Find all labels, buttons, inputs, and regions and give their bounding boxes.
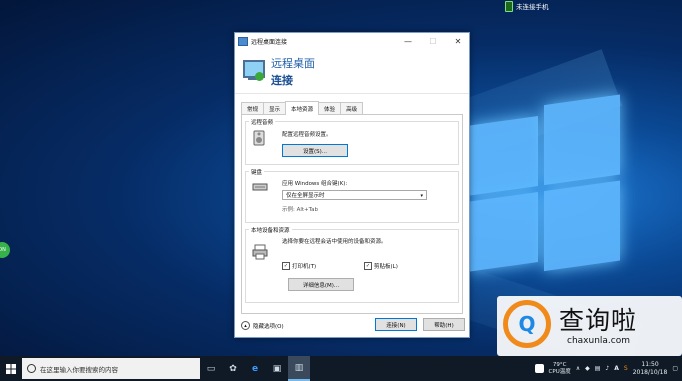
keyboard-label: 键盘	[249, 168, 265, 176]
dialog-title: 远程桌面连接	[251, 38, 288, 46]
clock-time: 11:50	[641, 360, 659, 368]
tray-app-icon[interactable]	[534, 364, 544, 373]
printer-label: 打印机(T)	[292, 264, 317, 270]
dialog-header: 远程桌面 连接	[235, 49, 469, 94]
tab-experience[interactable]: 体验	[318, 102, 342, 114]
cpu-temp-label: CPU温度	[548, 368, 571, 375]
volume-icon[interactable]: ♪	[605, 365, 609, 372]
local-devices-desc: 选择你要在远程会话中使用的设备和资源。	[282, 239, 387, 245]
chevron-up-icon[interactable]: ∧	[576, 365, 580, 372]
remote-desktop-taskbar-icon[interactable]: ▥	[288, 356, 310, 381]
audio-settings-button[interactable]: 设置(S)...	[282, 144, 348, 157]
windows-start-icon	[6, 363, 16, 374]
hide-options-label: 隐藏选项(O)	[253, 323, 284, 330]
clipboard-label: 剪贴板(L)	[374, 264, 398, 270]
tab-local-resources[interactable]: 本地资源	[285, 101, 320, 115]
task-view-icon[interactable]: ▭	[200, 356, 222, 381]
watermark-url: chaxunla.com	[567, 336, 630, 346]
cpu-temp-widget[interactable]: 79°C CPU温度	[549, 362, 571, 376]
clock[interactable]: 11:50 2018/10/18	[633, 361, 668, 377]
watermark: Q 查询啦 chaxunla.com	[497, 296, 682, 356]
cortana-icon	[27, 364, 36, 373]
phone-notification[interactable]: 未连接手机	[505, 0, 577, 12]
header-subtitle: 连接	[271, 73, 293, 87]
taskbar-search[interactable]: 在这里输入你要搜索的内容	[22, 358, 200, 379]
local-devices-group: 本地设备和资源 选择你要在远程会话中使用的设备和资源。 ✓ 打印机(T) ✓ 剪…	[245, 226, 459, 303]
tab-general[interactable]: 常规	[241, 102, 265, 114]
search-placeholder: 在这里输入你要搜索的内容	[40, 365, 118, 374]
keyboard-icon	[252, 182, 268, 196]
hide-options-toggle[interactable]: ▴ 隐藏选项(O)	[241, 321, 284, 330]
help-button[interactable]: 帮助(H)	[423, 318, 465, 331]
chevron-up-icon: ▴	[241, 321, 250, 330]
notification-text: 未连接手机	[516, 3, 549, 11]
windows-logo	[470, 84, 620, 275]
clock-date: 2018/10/18	[632, 368, 668, 376]
phone-icon	[505, 0, 513, 12]
system-tray: 79°C CPU温度 ∧ ◆ ▤ ♪ A S 11:50 2018/10/18 …	[534, 356, 682, 381]
tab-display[interactable]: 显示	[263, 102, 287, 114]
network-icon[interactable]: ▤	[595, 365, 601, 372]
speaker-icon	[252, 130, 266, 146]
watermark-brand: 查询啦	[559, 306, 638, 335]
keyboard-group: 键盘 应用 Windows 组合键(K): 仅在全屏显示时 ▾ 示例: Alt+…	[245, 168, 459, 223]
tab-strip: 常规 显示 本地资源 体验 高级	[241, 101, 364, 115]
checkmark-icon: ✓	[282, 262, 290, 270]
keyboard-example: 示例: Alt+Tab	[282, 207, 318, 213]
remote-desktop-icon	[238, 36, 248, 46]
monitor-icon	[241, 58, 265, 84]
store-icon[interactable]: ▣	[266, 356, 288, 381]
edge-icon[interactable]: e	[244, 356, 266, 381]
keyboard-combo-select[interactable]: 仅在全屏显示时 ▾	[282, 190, 427, 200]
tab-advanced[interactable]: 高级	[340, 102, 364, 114]
printer-checkbox[interactable]: ✓ 打印机(T)	[282, 262, 316, 270]
maximize-button[interactable]: ☐	[422, 33, 444, 49]
magnifier-logo-icon: Q	[503, 300, 551, 348]
minimize-button[interactable]: —	[397, 33, 419, 49]
clipboard-checkbox[interactable]: ✓ 剪贴板(L)	[364, 262, 398, 270]
keyboard-combo-value: 仅在全屏显示时	[286, 193, 325, 199]
keyboard-desc: 应用 Windows 组合键(K):	[282, 181, 348, 187]
shield-icon[interactable]: ◆	[585, 365, 590, 372]
sougou-icon[interactable]: S	[624, 365, 628, 372]
remote-audio-desc: 配置远程音频设置。	[282, 132, 332, 138]
remote-audio-group: 远程音频 配置远程音频设置。 设置(S)...	[245, 118, 459, 165]
chevron-down-icon: ▾	[420, 193, 423, 199]
taskbar: 在这里输入你要搜索的内容 ▭ ✿ e ▣ ▥ 79°C CPU温度 ∧ ◆ ▤ …	[0, 356, 682, 381]
header-title: 远程桌面	[271, 56, 315, 70]
remote-desktop-dialog: 远程桌面连接 — ☐ ✕ 远程桌面 连接 常规 显示 本地资源 体验 高级 远程…	[234, 32, 470, 338]
checkmark-icon: ✓	[364, 262, 372, 270]
remote-audio-label: 远程音频	[249, 118, 276, 126]
fan-app-icon[interactable]: ✿	[222, 356, 244, 381]
start-button[interactable]	[0, 356, 22, 381]
more-details-button[interactable]: 详细信息(M)...	[288, 278, 354, 291]
close-button[interactable]: ✕	[447, 33, 469, 49]
local-resources-panel: 远程音频 配置远程音频设置。 设置(S)... 键盘 应用 Windows 组合…	[241, 114, 463, 314]
notification-center-icon[interactable]: ▢	[672, 365, 678, 372]
printer-icon	[252, 244, 268, 260]
local-devices-label: 本地设备和资源	[249, 226, 292, 234]
connect-button[interactable]: 连接(N)	[375, 318, 417, 331]
dialog-titlebar[interactable]: 远程桌面连接 — ☐ ✕	[235, 33, 469, 49]
cpu-temp-value: 79°C	[552, 361, 567, 368]
ime-icon[interactable]: A	[614, 365, 619, 372]
